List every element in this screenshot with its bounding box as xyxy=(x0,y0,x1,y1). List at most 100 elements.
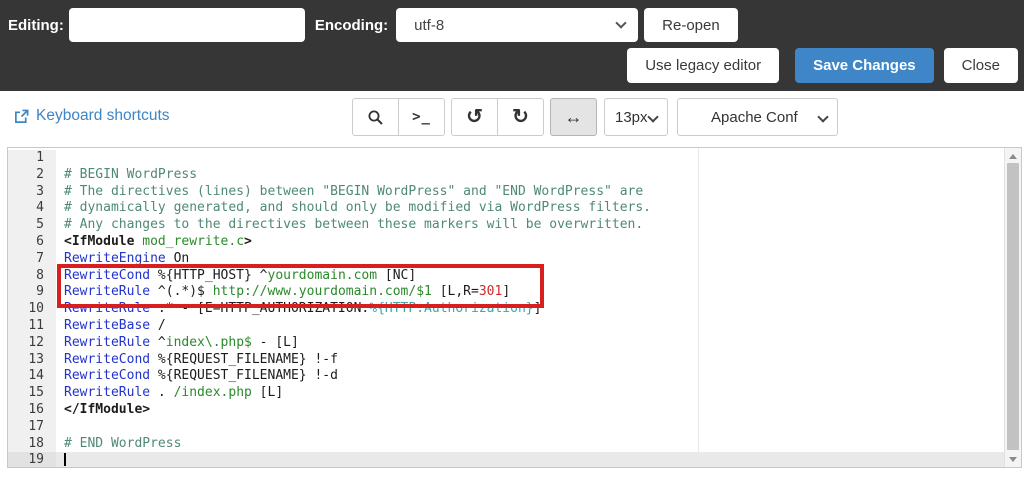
external-link-icon xyxy=(14,109,29,124)
word-wrap-icon: ↔ xyxy=(564,106,583,127)
search-icon xyxy=(367,109,384,126)
code-lines[interactable]: 1 2 # BEGIN WordPress 3 # The directives (li… xyxy=(8,148,1004,467)
code-editor[interactable]: 1 2 # BEGIN WordPress 3 # The directives (li… xyxy=(7,147,1022,468)
line-number: 5 xyxy=(8,217,56,234)
code-line-text: RewriteRule . /index.php [L] xyxy=(64,385,284,401)
scroll-down-button[interactable] xyxy=(1005,451,1021,467)
undo-button[interactable]: ↺ xyxy=(451,98,498,136)
code-line-text: # dynamically generated, and should only… xyxy=(64,200,651,216)
code-line[interactable]: 19 xyxy=(8,452,1004,467)
code-line-text: RewriteEngine On xyxy=(64,250,190,266)
code-line-text: RewriteBase / xyxy=(64,317,166,333)
code-line-text: <IfModule mod_rewrite.c> xyxy=(64,233,252,249)
line-number: 9 xyxy=(8,284,56,302)
line-number: 6 xyxy=(8,233,56,251)
search-button[interactable] xyxy=(352,98,399,136)
code-line[interactable]: 4 # dynamically generated, and should onl… xyxy=(8,200,1004,218)
code-line[interactable]: 7 RewriteEngine On xyxy=(8,250,1004,268)
header-row-actions: Use legacy editor Save Changes Close xyxy=(627,48,1018,83)
undo-icon: ↺ xyxy=(466,106,483,128)
editor-header-bar: Editing: Encoding: utf-8 Re-open Use leg… xyxy=(0,0,1024,91)
code-line[interactable]: 8 RewriteCond %{HTTP_HOST} ^yourdomain.co… xyxy=(8,267,1004,285)
header-row-file: Editing: Encoding: utf-8 Re-open xyxy=(8,8,738,42)
line-number: 2 xyxy=(8,166,56,184)
code-line-text: RewriteRule ^(.*)$ http://www.yourdomain… xyxy=(64,284,511,300)
code-line[interactable]: 18 # END WordPress xyxy=(8,435,1004,453)
code-line[interactable]: 3 # The directives (lines) between "BEGIN… xyxy=(8,183,1004,201)
code-line-text: RewriteCond %{HTTP_HOST} ^yourdomain.com… xyxy=(64,267,417,283)
editing-label: Editing: xyxy=(8,16,64,34)
encoding-label: Encoding: xyxy=(314,16,389,34)
code-line-text: RewriteCond %{REQUEST_FILENAME} !-d xyxy=(64,368,338,384)
font-size-select[interactable]: 13px xyxy=(604,98,668,136)
keyboard-shortcuts-link[interactable]: Keyboard shortcuts xyxy=(14,107,170,125)
line-number: 7 xyxy=(8,250,56,268)
line-number: 3 xyxy=(8,183,56,201)
code-line-text: # Any changes to the directives between … xyxy=(64,217,644,233)
code-line-text xyxy=(56,150,1004,167)
code-line[interactable]: 2 # BEGIN WordPress xyxy=(8,166,1004,184)
line-number: 16 xyxy=(8,401,56,419)
line-number: 1 xyxy=(8,150,56,167)
line-number: 15 xyxy=(8,385,56,402)
line-number: 4 xyxy=(8,200,56,218)
reopen-button[interactable]: Re-open xyxy=(644,8,738,42)
code-line[interactable]: 17 xyxy=(8,418,1004,436)
code-line[interactable]: 9 RewriteRule ^(.*)$ http://www.yourdomai… xyxy=(8,284,1004,302)
chevron-down-icon xyxy=(817,111,829,123)
line-number: 18 xyxy=(8,435,56,453)
font-size-value: 13px xyxy=(615,108,648,126)
code-line-text: RewriteCond %{REQUEST_FILENAME} !-f xyxy=(64,351,338,367)
code-line[interactable]: 15 RewriteRule . /index.php [L] xyxy=(8,385,1004,402)
save-changes-button[interactable]: Save Changes xyxy=(795,48,934,83)
scroll-down-arrow-icon xyxy=(1009,457,1017,462)
code-line-text: # The directives (lines) between "BEGIN … xyxy=(64,183,644,199)
scrollbar-thumb[interactable] xyxy=(1007,163,1019,450)
code-line-text xyxy=(56,452,1004,467)
text-cursor xyxy=(64,453,66,467)
code-line[interactable]: 11 RewriteBase / xyxy=(8,317,1004,335)
scroll-up-button[interactable] xyxy=(1005,148,1021,164)
code-line[interactable]: 13 RewriteCond %{REQUEST_FILENAME} !-f xyxy=(8,351,1004,369)
keyboard-shortcuts-label: Keyboard shortcuts xyxy=(36,107,170,124)
code-line[interactable]: 5 # Any changes to the directives between… xyxy=(8,217,1004,234)
line-number: 12 xyxy=(8,334,56,352)
use-legacy-editor-button[interactable]: Use legacy editor xyxy=(627,48,780,83)
encoding-select[interactable]: utf-8 xyxy=(396,8,639,42)
vertical-scrollbar[interactable] xyxy=(1004,148,1021,467)
encoding-select-value: utf-8 xyxy=(414,16,445,34)
code-line-text: </IfModule> xyxy=(64,401,151,417)
terminal-icon: >_ xyxy=(412,109,431,125)
code-line[interactable]: 16 </IfModule> xyxy=(8,401,1004,419)
code-line-text xyxy=(56,419,1004,436)
word-wrap-toggle[interactable]: ↔ xyxy=(550,98,597,136)
redo-button[interactable]: ↻ xyxy=(497,98,544,136)
chevron-down-icon xyxy=(615,17,627,29)
scroll-up-arrow-icon xyxy=(1009,154,1017,159)
code-line-text: # END WordPress xyxy=(64,435,182,451)
line-number: 11 xyxy=(8,317,56,335)
code-line[interactable]: 12 RewriteRule ^index\.php$ - [L] xyxy=(8,334,1004,352)
line-number: 17 xyxy=(8,418,56,436)
syntax-select[interactable]: Apache Conf xyxy=(677,98,838,136)
toolbar-buttons: >_ ↺ ↻ ↔ 13px Apache Conf xyxy=(352,98,838,136)
close-button[interactable]: Close xyxy=(943,48,1018,83)
code-line[interactable]: 10 RewriteRule .* - [E=HTTP_AUTHORIZATION… xyxy=(8,301,1004,318)
redo-icon: ↻ xyxy=(512,106,529,128)
code-line[interactable]: 1 xyxy=(8,150,1004,167)
chevron-down-icon xyxy=(647,111,659,123)
code-line-text: # BEGIN WordPress xyxy=(64,166,198,182)
terminal-button[interactable]: >_ xyxy=(398,98,445,136)
line-number: 19 xyxy=(8,452,56,467)
line-number: 14 xyxy=(8,368,56,386)
editing-filename-input[interactable] xyxy=(68,8,305,42)
line-number: 8 xyxy=(8,267,56,285)
code-line-text: RewriteRule .* - [E=HTTP_AUTHORIZATION:%… xyxy=(64,301,542,317)
editor-toolbar: Keyboard shortcuts >_ ↺ ↻ ↔ 13px Apache … xyxy=(0,91,1024,147)
syntax-value: Apache Conf xyxy=(711,108,798,126)
code-line[interactable]: 6 <IfModule mod_rewrite.c> xyxy=(8,233,1004,251)
code-line[interactable]: 14 RewriteCond %{REQUEST_FILENAME} !-d xyxy=(8,368,1004,386)
code-line-text: RewriteRule ^index\.php$ - [L] xyxy=(64,334,299,350)
line-number: 13 xyxy=(8,351,56,369)
line-number: 10 xyxy=(8,301,56,318)
